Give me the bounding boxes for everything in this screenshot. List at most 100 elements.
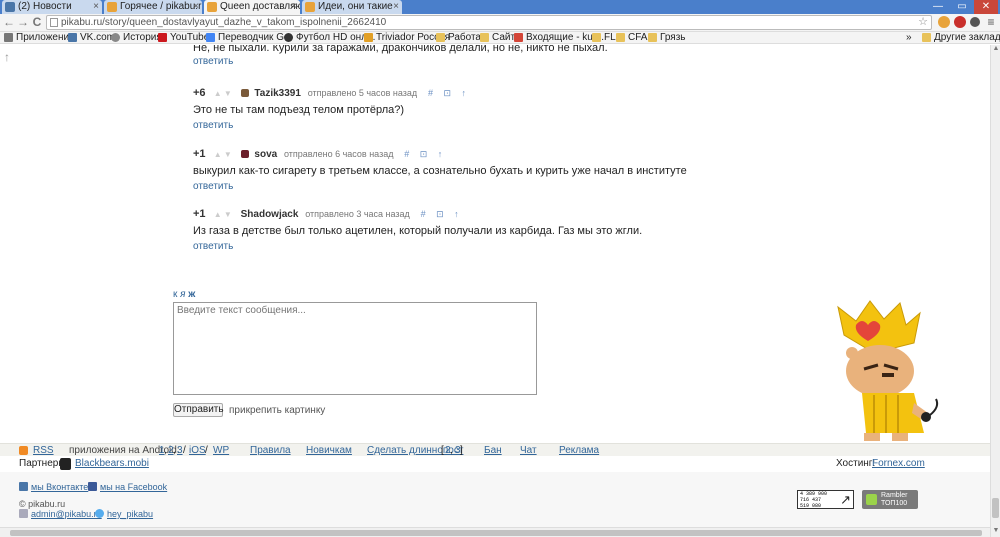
comment-actions[interactable]: # ⊡ ↑ bbox=[421, 209, 463, 219]
bookmark-fl-folder[interactable]: FL bbox=[592, 32, 616, 43]
folder-icon bbox=[922, 33, 931, 42]
bookmark-history[interactable]: История bbox=[111, 32, 162, 43]
comment-author[interactable]: Shadowjack bbox=[241, 209, 299, 220]
vote-arrows[interactable]: ▲ ▼ bbox=[214, 210, 232, 219]
menu-icon[interactable]: ≡ bbox=[984, 15, 998, 29]
toolbar: ← → C pikabu.ru/story/queen_dostavlyayut… bbox=[0, 14, 1000, 32]
extension-icon[interactable] bbox=[954, 16, 966, 28]
reply-link[interactable]: ответить bbox=[193, 56, 608, 67]
scrollbar-thumb[interactable] bbox=[992, 498, 999, 518]
message-input[interactable] bbox=[173, 302, 537, 395]
counter-digits: 4 389 900 716 437 519 080 bbox=[800, 491, 840, 509]
comment-actions[interactable]: # ⊡ ↑ bbox=[404, 149, 446, 159]
horizontal-scrollbar[interactable] bbox=[0, 527, 990, 537]
reply-link[interactable]: ответить bbox=[193, 181, 693, 192]
comment-actions[interactable]: # ⊡ ↑ bbox=[428, 88, 470, 98]
scrollbar-thumb[interactable] bbox=[10, 530, 982, 536]
forward-button[interactable]: → bbox=[16, 15, 30, 29]
comment-header: +1 ▲ ▼ sova отправлено 6 часов назад # ⊡… bbox=[193, 148, 693, 162]
tab-queen-story[interactable]: Queen доставляют в × bbox=[204, 0, 300, 14]
liveinternet-counter[interactable]: 4 389 900 716 437 519 080 ↗ bbox=[797, 490, 854, 509]
comment: +1 ▲ ▼ Shadowjack отправлено 3 часа наза… bbox=[193, 208, 693, 252]
triviador-icon bbox=[364, 33, 373, 42]
bookmark-youtube[interactable]: YouTube bbox=[158, 32, 209, 43]
tab-vk-news[interactable]: (2) Новости × bbox=[2, 0, 102, 14]
rss-icon bbox=[19, 446, 28, 455]
close-icon[interactable]: × bbox=[291, 0, 297, 14]
close-window-button[interactable]: ✕ bbox=[974, 0, 998, 14]
comment-author[interactable]: sova bbox=[254, 149, 277, 160]
bookmark-vk[interactable]: VK.com bbox=[68, 32, 115, 43]
send-button[interactable]: Отправить bbox=[173, 403, 224, 417]
address-text: pikabu.ru/story/queen_dostavlyayut_dazhe… bbox=[61, 17, 387, 28]
blackbears-icon bbox=[60, 458, 71, 470]
close-icon[interactable]: × bbox=[93, 0, 99, 14]
minimize-button[interactable]: — bbox=[926, 0, 950, 14]
tab-strip: (2) Новости × Горячее / pikabu.ru × Quee… bbox=[0, 0, 1000, 14]
tab-pikabu-hot[interactable]: Горячее / pikabu.ru × bbox=[104, 0, 202, 14]
pikabu-icon bbox=[207, 2, 217, 12]
twitter-row: hey_pikabu bbox=[95, 509, 153, 519]
format-button-k[interactable]: к bbox=[173, 289, 177, 300]
maximize-button[interactable]: ▭ bbox=[950, 0, 974, 14]
vote-arrows[interactable]: ▲ ▼ bbox=[214, 89, 232, 98]
rambler-top100-counter[interactable]: Rambler ТОП100 bbox=[862, 490, 918, 509]
comment-rating: +1 bbox=[193, 148, 206, 160]
bookmark-label: История bbox=[123, 32, 162, 43]
format-button-italic[interactable]: я bbox=[180, 289, 185, 300]
vertical-scrollbar[interactable]: ▲ ▼ bbox=[990, 45, 1000, 537]
mail-icon bbox=[19, 509, 28, 518]
hosting-link[interactable]: Fornex.com bbox=[872, 456, 925, 472]
folder-icon bbox=[592, 33, 601, 42]
comment-author[interactable]: Tazik3391 bbox=[254, 88, 301, 99]
bookmark-dirt-folder[interactable]: Грязь bbox=[648, 32, 686, 43]
reply-link[interactable]: ответить bbox=[193, 241, 693, 252]
vote-arrows[interactable]: ▲ ▼ bbox=[214, 150, 232, 159]
footer-links-bar: RSS приложения на Android: 1 , 2 , 3 / i… bbox=[0, 443, 990, 456]
tab-title: (2) Новости bbox=[18, 1, 72, 12]
back-button[interactable]: ← bbox=[2, 15, 16, 29]
email-row: admin@pikabu.ru bbox=[19, 509, 102, 519]
gmail-icon bbox=[514, 33, 523, 42]
bookmark-translate[interactable]: Переводчик G... bbox=[206, 32, 292, 43]
bookmark-work-folder[interactable]: Работа bbox=[436, 32, 481, 43]
partner-link[interactable]: Blackbears.mobi bbox=[75, 456, 149, 472]
scroll-up-icon[interactable]: ▲ bbox=[991, 45, 1000, 55]
format-button-bold[interactable]: ж bbox=[188, 289, 195, 300]
bookmark-label: Переводчик G... bbox=[218, 32, 293, 43]
bookmark-site-folder[interactable]: Сайт bbox=[480, 32, 515, 43]
vk-link[interactable]: мы Вконтакте bbox=[31, 482, 88, 492]
folder-icon bbox=[616, 33, 625, 42]
extension-icon[interactable] bbox=[970, 17, 980, 27]
extension-icon[interactable] bbox=[938, 16, 950, 28]
comment-body: Не, не пыхали. Курили за гаражами, драко… bbox=[193, 45, 608, 54]
facebook-link[interactable]: мы на Facebook bbox=[100, 482, 167, 492]
arrow-icon: ↗ bbox=[840, 492, 851, 507]
comment: +6 ▲ ▼ Tazik3391 отправлено 5 часов наза… bbox=[193, 87, 693, 131]
address-bar[interactable]: pikabu.ru/story/queen_dostavlyayut_dazhe… bbox=[46, 15, 932, 30]
bookmark-star-icon[interactable]: ☆ bbox=[918, 16, 928, 29]
youtube-icon bbox=[158, 33, 167, 42]
bookmark-cfa-folder[interactable]: CFA bbox=[616, 32, 647, 43]
counter-value: 519 080 bbox=[800, 503, 822, 509]
bookmark-football[interactable]: Футбол HD онл... bbox=[284, 32, 375, 43]
page-content: ↑ Не, не пыхали. Курили за гаражами, дра… bbox=[0, 45, 990, 537]
close-icon[interactable]: × bbox=[193, 0, 199, 14]
twitter-link[interactable]: hey_pikabu bbox=[107, 509, 153, 519]
scroll-to-top-icon[interactable]: ↑ bbox=[4, 50, 10, 64]
attach-image-link[interactable]: прикрепить картинку bbox=[229, 405, 325, 416]
bookmarks-more[interactable]: » bbox=[906, 32, 912, 43]
comment-body: выкурил как-то сигарету в третьем классе… bbox=[193, 165, 687, 177]
reload-button[interactable]: C bbox=[30, 15, 44, 29]
translate-icon bbox=[206, 33, 215, 42]
reply-link[interactable]: ответить bbox=[193, 120, 693, 131]
close-icon[interactable]: × bbox=[393, 0, 399, 14]
rambler-icon bbox=[866, 494, 877, 505]
scroll-down-icon[interactable]: ▼ bbox=[991, 527, 1000, 537]
bookmark-apps[interactable]: Приложения bbox=[4, 32, 75, 43]
bookmark-gmail[interactable]: Входящие - kur... bbox=[514, 32, 604, 43]
clock-icon bbox=[111, 33, 120, 42]
email-link[interactable]: admin@pikabu.ru bbox=[31, 509, 102, 519]
bookmark-other[interactable]: Другие закладки bbox=[922, 32, 1000, 43]
tab-ideas[interactable]: Идеи, они такие × bbox=[302, 0, 402, 14]
